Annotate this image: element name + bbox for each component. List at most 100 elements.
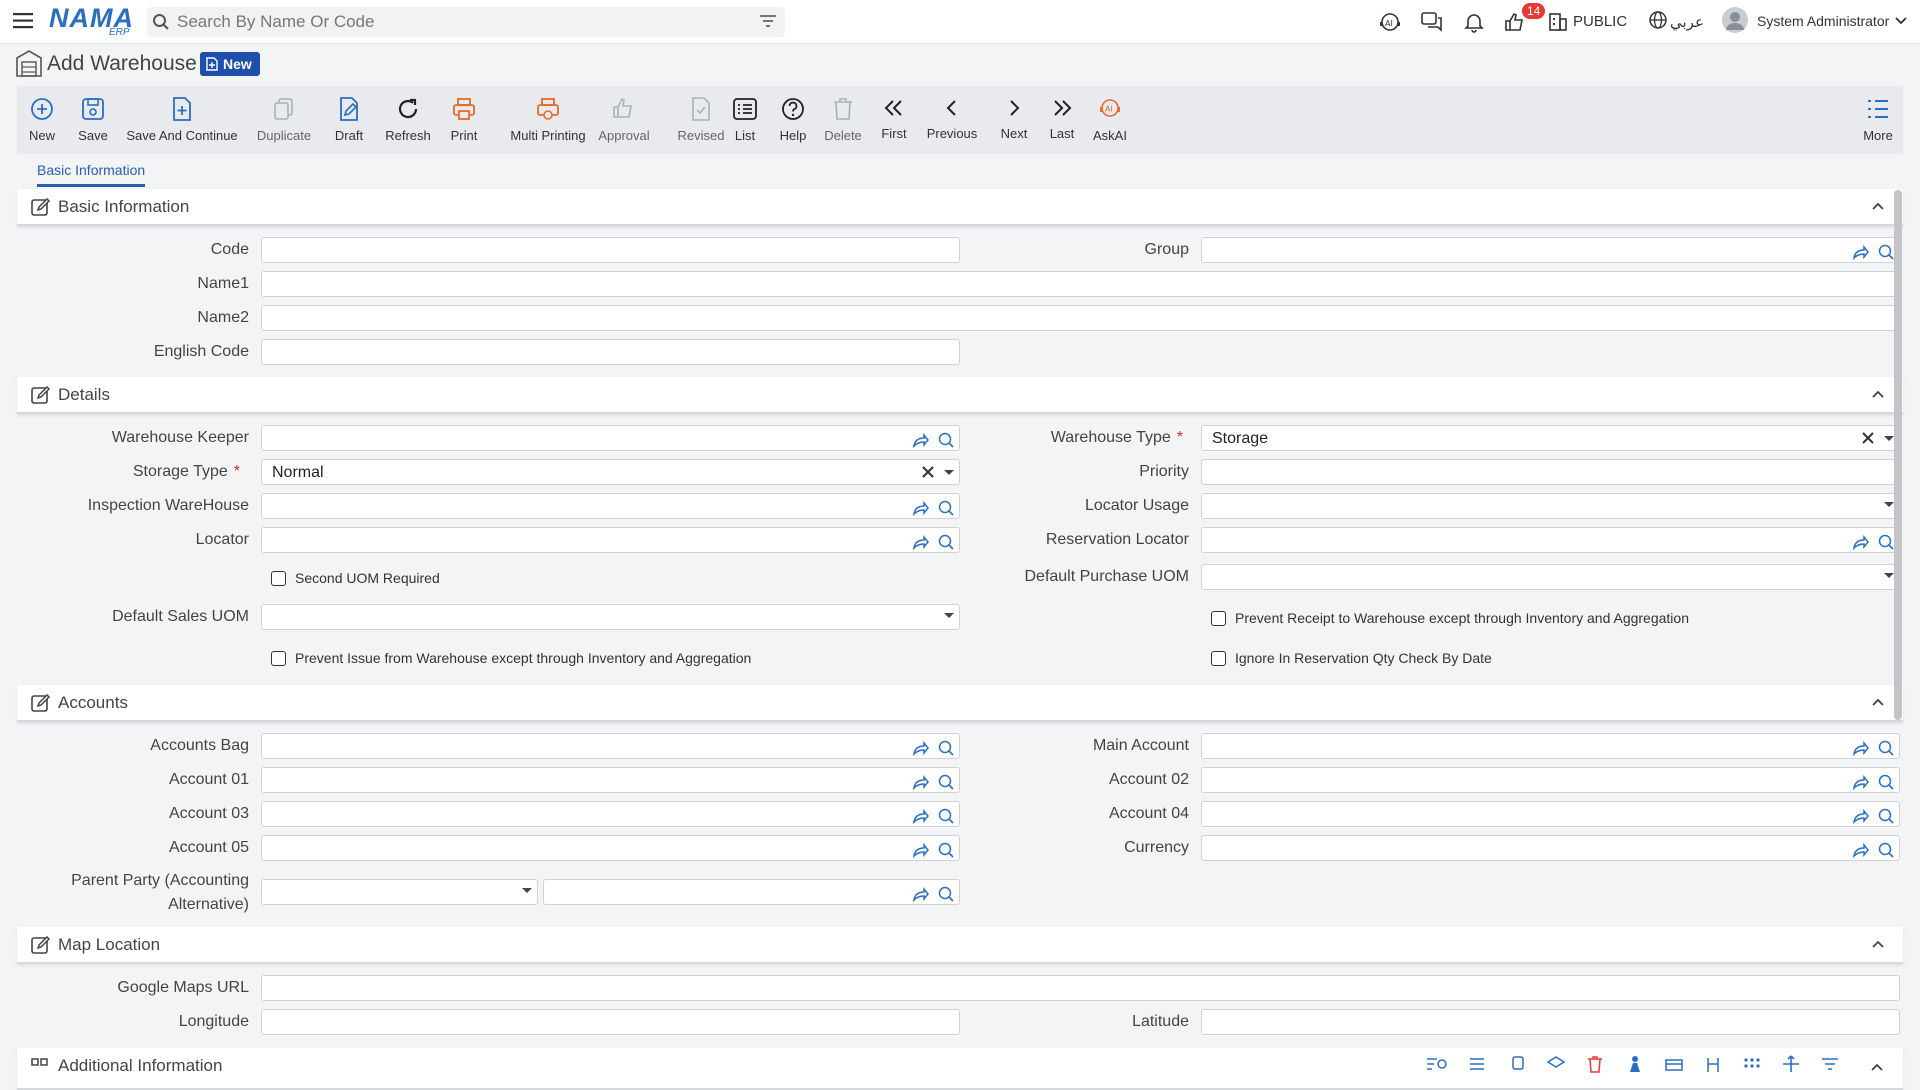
save-button[interactable]: Save (78, 86, 108, 154)
share-arrow-icon[interactable] (911, 534, 929, 550)
lookup-search-icon[interactable] (937, 841, 955, 859)
clear-x-icon[interactable] (921, 465, 935, 479)
draft-button[interactable]: Draft (331, 86, 367, 154)
language-switch[interactable]: عربي (1670, 13, 1704, 31)
chat-icon[interactable] (1420, 10, 1444, 34)
warehouse-keeper-field[interactable] (261, 425, 960, 451)
user-name[interactable]: System Administrator (1757, 13, 1889, 29)
default-sales-uom-select[interactable] (261, 604, 960, 630)
search-input[interactable] (177, 10, 737, 34)
accounts-bag-field[interactable] (261, 733, 960, 759)
parent-party-field[interactable] (543, 879, 960, 905)
warehouse-type-select[interactable]: Storage (1201, 425, 1900, 451)
lookup-search-icon[interactable] (1877, 243, 1895, 261)
share-arrow-icon[interactable] (1851, 842, 1869, 858)
chevron-down-icon[interactable] (1894, 14, 1908, 28)
second-uom-required-checkbox[interactable] (271, 571, 286, 586)
columns-icon[interactable] (1704, 1055, 1722, 1073)
lookup-search-icon[interactable] (1877, 533, 1895, 551)
lookup-search-icon[interactable] (937, 739, 955, 757)
tab-basic-information[interactable]: Basic Information (37, 162, 146, 187)
lookup-search-icon[interactable] (937, 773, 955, 791)
parent-party-type-select[interactable] (261, 879, 538, 905)
latitude-field[interactable] (1201, 1009, 1900, 1035)
table-icon[interactable] (1664, 1055, 1684, 1073)
share-arrow-icon[interactable] (1851, 244, 1869, 260)
lookup-search-icon[interactable] (937, 499, 955, 517)
delete-button[interactable]: Delete (823, 86, 863, 154)
reservation-locator-field[interactable] (1201, 527, 1900, 553)
trash-icon[interactable] (1586, 1055, 1604, 1073)
lookup-search-icon[interactable] (1877, 773, 1895, 791)
share-arrow-icon[interactable] (911, 740, 929, 756)
askai-button[interactable]: AI AskAI (1092, 86, 1128, 154)
nama-logo[interactable]: NAMA ERP (49, 5, 134, 39)
chevron-up-icon[interactable] (1870, 1062, 1884, 1072)
share-arrow-icon[interactable] (911, 808, 929, 824)
chevron-up-icon[interactable] (1871, 201, 1885, 211)
approval-button[interactable]: Approval (584, 86, 664, 154)
person-icon[interactable] (1626, 1055, 1644, 1073)
chevron-up-icon[interactable] (1871, 389, 1885, 399)
duplicate-button[interactable]: Duplicate (257, 86, 311, 154)
clear-x-icon[interactable] (1861, 431, 1875, 445)
dropdown-caret-icon[interactable] (521, 885, 533, 895)
vertical-scrollbar[interactable] (1894, 190, 1902, 720)
user-avatar-icon[interactable] (1722, 7, 1748, 33)
dropdown-caret-icon[interactable] (943, 467, 955, 477)
grid-dots-icon[interactable] (1742, 1055, 1762, 1073)
section-map-location[interactable]: Map Location (17, 927, 1903, 964)
dropdown-caret-icon[interactable] (943, 610, 955, 620)
name2-field[interactable] (261, 305, 1900, 331)
share-arrow-icon[interactable] (1851, 808, 1869, 824)
name1-field[interactable] (261, 271, 1900, 297)
account-01-field[interactable] (261, 767, 960, 793)
bell-icon[interactable] (1462, 10, 1486, 34)
ai-assistant-icon[interactable]: AI (1378, 10, 1402, 34)
locator-field[interactable] (261, 527, 960, 553)
lookup-search-icon[interactable] (1877, 739, 1895, 757)
section-details[interactable]: Details (17, 377, 1903, 414)
ignore-reservation-checkbox[interactable] (1211, 651, 1226, 666)
account-03-field[interactable] (261, 801, 960, 827)
storage-type-select[interactable]: Normal (261, 459, 960, 485)
copy-icon[interactable] (1508, 1055, 1526, 1073)
main-account-field[interactable] (1201, 733, 1900, 759)
google-maps-url-field[interactable] (261, 975, 1900, 1001)
share-arrow-icon[interactable] (911, 500, 929, 516)
prevent-issue-checkbox[interactable] (271, 651, 286, 666)
next-button[interactable]: Next (998, 86, 1030, 154)
lookup-search-icon[interactable] (937, 807, 955, 825)
english-code-field[interactable] (261, 339, 960, 365)
section-accounts[interactable]: Accounts (17, 685, 1903, 722)
lookup-search-icon[interactable] (1877, 841, 1895, 859)
section-additional-information[interactable]: Additional Information (17, 1048, 1903, 1090)
save-and-continue-button[interactable]: Save And Continue (126, 86, 238, 154)
list-lines-icon[interactable] (1468, 1055, 1486, 1073)
refresh-button[interactable]: Refresh (381, 86, 435, 154)
lookup-search-icon[interactable] (937, 431, 955, 449)
currency-field[interactable] (1201, 835, 1900, 861)
list-button[interactable]: List (727, 86, 763, 154)
revised-button[interactable]: Revised (676, 86, 726, 154)
layers-icon[interactable] (1546, 1055, 1566, 1073)
previous-button[interactable]: Previous (925, 86, 979, 154)
first-button[interactable]: First (878, 86, 910, 154)
share-arrow-icon[interactable] (911, 432, 929, 448)
new-button[interactable]: New (27, 86, 57, 154)
lookup-search-icon[interactable] (937, 885, 955, 903)
account-05-field[interactable] (261, 835, 960, 861)
filter-search-icon[interactable] (1425, 1055, 1449, 1073)
share-arrow-icon[interactable] (911, 842, 929, 858)
share-arrow-icon[interactable] (1851, 774, 1869, 790)
share-arrow-icon[interactable] (911, 886, 929, 902)
inspection-warehouse-field[interactable] (261, 493, 960, 519)
share-arrow-icon[interactable] (911, 774, 929, 790)
longitude-field[interactable] (261, 1009, 960, 1035)
more-button[interactable]: More (1860, 86, 1896, 154)
code-field[interactable] (261, 237, 960, 263)
default-purchase-uom-select[interactable] (1201, 564, 1900, 590)
section-basic-information[interactable]: Basic Information (17, 189, 1903, 226)
account-04-field[interactable] (1201, 801, 1900, 827)
lookup-search-icon[interactable] (1877, 807, 1895, 825)
